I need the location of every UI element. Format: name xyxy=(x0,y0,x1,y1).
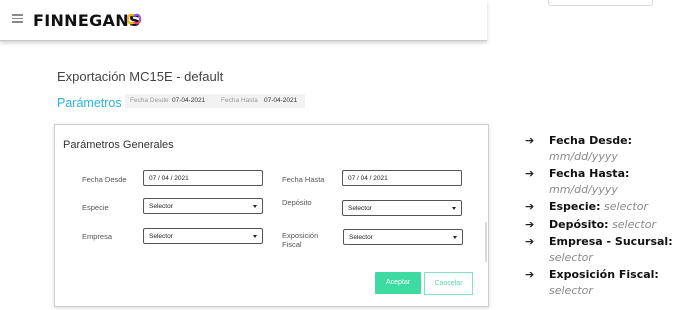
empresa-label: Empresa xyxy=(82,232,113,241)
fecha-desde-label: Fecha Desde xyxy=(82,175,127,184)
fecha-hasta-label: Fecha Hasta xyxy=(282,175,325,184)
arrow-right-icon: ➔ xyxy=(525,268,535,281)
chevron-down-icon xyxy=(452,207,456,210)
especie-select[interactable]: Selector xyxy=(143,198,263,214)
parameters-summary: Fecha Desde 07-04-2021 Fecha Hasta 07-04… xyxy=(125,94,305,108)
note-term: Fecha Desde: xyxy=(549,134,633,147)
fecha-desde-input[interactable]: 07 / 04 / 2021 xyxy=(143,170,263,186)
summary-value: 07-04-2021 xyxy=(264,97,298,104)
note-desc: selector xyxy=(612,217,656,231)
summary-value: 07-04-2021 xyxy=(172,97,206,104)
empresa-select-value: Selector xyxy=(149,233,173,240)
note-item: ➔ Empresa - Sucursal: selector xyxy=(525,234,690,265)
chevron-down-icon xyxy=(253,205,257,208)
top-right-field[interactable] xyxy=(548,0,653,6)
page-title: Exportación MC15E - default xyxy=(57,69,224,84)
parametros-link[interactable]: Parámetros > xyxy=(57,96,132,110)
field-notes: ➔ Fecha Desde: mm/dd/yyyy ➔ Fecha Hasta:… xyxy=(525,133,690,300)
note-term: Exposición Fiscal: xyxy=(549,268,659,281)
note-desc: selector xyxy=(549,250,593,264)
hamburger-menu-icon[interactable] xyxy=(12,14,23,23)
especie-select-value: Selector xyxy=(149,203,173,210)
empresa-select[interactable]: Selector xyxy=(143,228,263,244)
note-term: Empresa - Sucursal: xyxy=(549,235,673,248)
fecha-hasta-input[interactable]: 07 / 04 / 2021 xyxy=(342,170,462,186)
note-item: ➔ Exposición Fiscal: selector xyxy=(525,267,690,298)
deposito-label: Depósito xyxy=(282,198,312,207)
note-item: ➔ Depósito: selector xyxy=(525,217,690,233)
arrow-right-icon: ➔ xyxy=(525,167,535,180)
note-desc: mm/dd/yyyy xyxy=(549,149,618,163)
chevron-down-icon xyxy=(253,235,257,238)
scrollbar[interactable] xyxy=(485,222,487,262)
summary-key: Fecha Hasta xyxy=(221,97,258,104)
brand-name: FINNEGANS xyxy=(33,11,141,30)
note-term: Fecha Hasta: xyxy=(549,167,630,180)
cancel-button[interactable]: Cancelar xyxy=(424,272,473,295)
note-desc: mm/dd/yyyy xyxy=(549,182,618,196)
note-term: Especie: xyxy=(549,200,601,213)
exposicion-label-line1: Exposición xyxy=(282,231,319,240)
note-item: ➔ Fecha Hasta: mm/dd/yyyy xyxy=(525,166,690,197)
finnegans-logo-icon xyxy=(127,13,142,25)
note-desc: selector xyxy=(604,200,648,213)
dialog-title: Parámetros Generales xyxy=(63,139,174,151)
arrow-right-icon: ➔ xyxy=(525,134,535,147)
note-item: ➔ Fecha Desde: mm/dd/yyyy xyxy=(525,133,690,164)
summary-key: Fecha Desde xyxy=(130,97,169,104)
chevron-down-icon xyxy=(453,236,457,239)
arrow-right-icon: ➔ xyxy=(525,235,535,248)
note-term: Depósito: xyxy=(549,217,609,231)
exposicion-select-value: Selector xyxy=(349,234,373,241)
deposito-select[interactable]: Selector xyxy=(342,200,462,216)
accept-button[interactable]: Aceptar xyxy=(375,272,421,294)
exposicion-select[interactable]: Selector xyxy=(343,229,463,245)
arrow-right-icon: ➔ xyxy=(525,217,535,231)
parameters-dialog: Parámetros Generales Fecha Desde 07 / 04… xyxy=(54,124,489,307)
deposito-select-value: Selector xyxy=(348,205,372,212)
especie-label: Especie xyxy=(82,203,109,212)
arrow-right-icon: ➔ xyxy=(525,200,535,213)
exposicion-label-line2: Fiscal xyxy=(282,240,302,249)
note-item: ➔ Especie: selector xyxy=(525,199,690,215)
note-desc: selector xyxy=(549,283,593,297)
top-bar: FINNEGANS xyxy=(0,0,487,41)
